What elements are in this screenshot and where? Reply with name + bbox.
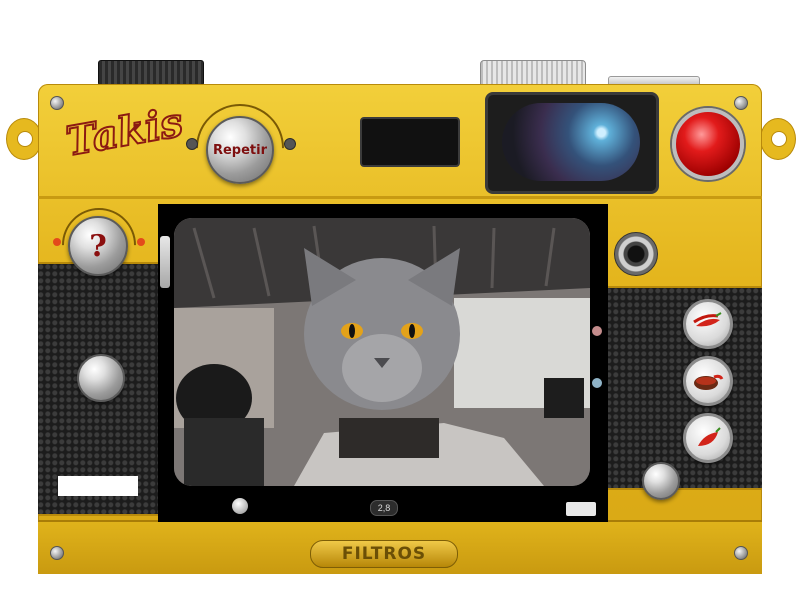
filtros-label: FILTROS xyxy=(341,544,427,564)
screen-indicator xyxy=(592,378,602,388)
filter-sauce-button[interactable] xyxy=(683,356,733,406)
help-button[interactable]: ? xyxy=(68,216,128,276)
screen-indicator xyxy=(592,326,602,336)
chili-peppers-icon xyxy=(693,312,722,327)
side-knob-left[interactable] xyxy=(77,354,125,402)
help-dot-right xyxy=(137,238,145,246)
screw-icon xyxy=(734,546,748,560)
screw-icon xyxy=(734,96,748,110)
camera-preview xyxy=(174,218,590,486)
question-mark-icon: ? xyxy=(89,228,107,264)
side-knob-right[interactable] xyxy=(642,462,680,500)
screw-icon xyxy=(50,96,64,110)
speaker-icon xyxy=(614,232,658,276)
repetir-label: Repetir xyxy=(212,142,268,158)
logo-text: Takis xyxy=(62,98,188,167)
preview-scene xyxy=(174,218,590,486)
strap-lug-left xyxy=(6,118,42,160)
screen-bottom-dot[interactable] xyxy=(232,498,248,514)
top-dial-left xyxy=(98,60,204,86)
screen-bottom-tab xyxy=(566,502,596,516)
fstop-label: 2,8 xyxy=(370,500,398,516)
takis-logo: Takis xyxy=(62,98,188,190)
screen-slider[interactable] xyxy=(160,236,170,288)
screw-icon xyxy=(50,546,64,560)
camera-lens xyxy=(485,92,659,194)
viewfinder-window xyxy=(360,117,460,167)
filter-chili-button[interactable] xyxy=(683,299,733,349)
repetir-dot-left xyxy=(186,138,198,150)
filtros-button[interactable]: FILTROS xyxy=(310,540,458,568)
strap-lug-right xyxy=(760,118,796,160)
repetir-dot-right xyxy=(284,138,296,150)
filter-pepper-button[interactable] xyxy=(683,413,733,463)
shutter-button[interactable] xyxy=(672,108,744,180)
label-blank xyxy=(58,476,138,496)
body-divider xyxy=(38,196,762,199)
sauce-bowl-icon xyxy=(694,374,724,390)
repetir-button[interactable]: Repetir xyxy=(206,116,274,184)
help-dot-left xyxy=(53,238,61,246)
red-pepper-icon xyxy=(698,427,721,446)
